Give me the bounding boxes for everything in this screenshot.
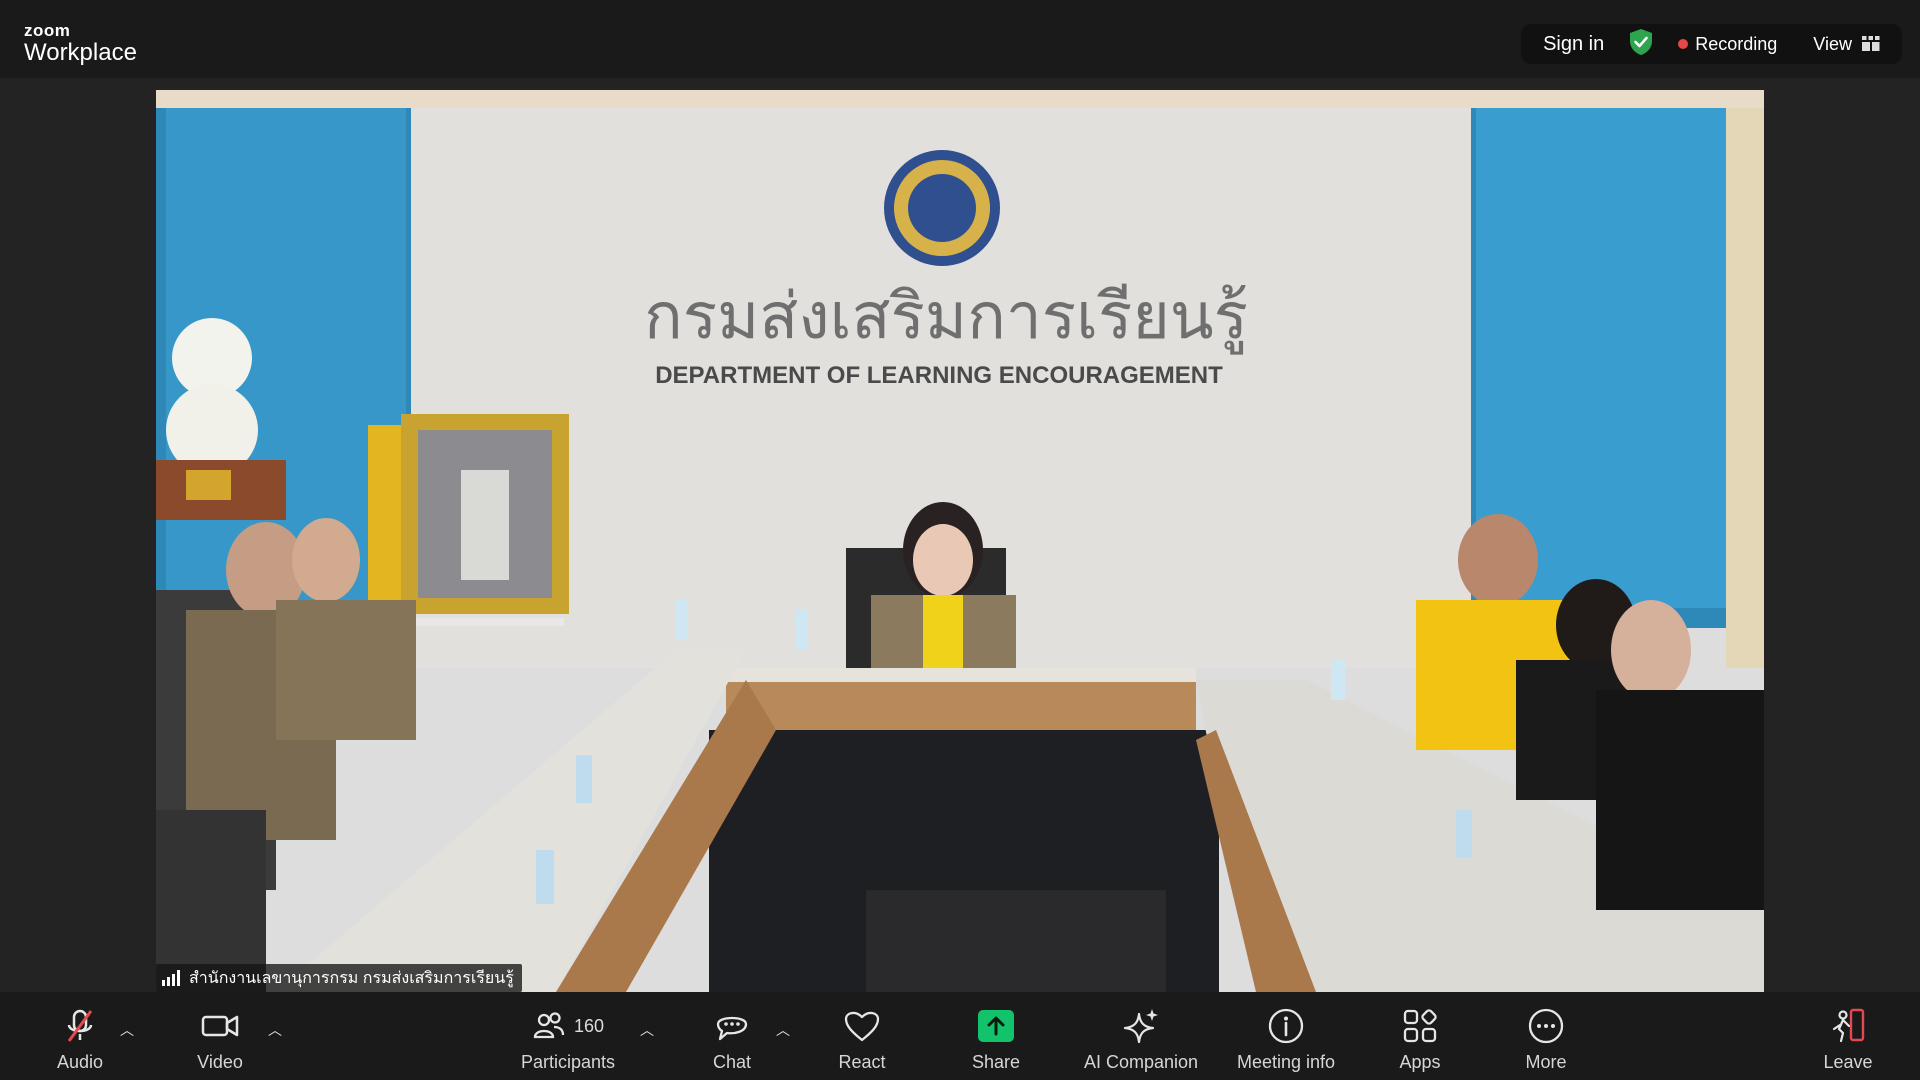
leave-label: Leave: [1823, 1052, 1873, 1072]
chat-icon: [716, 1016, 748, 1041]
meeting-info-label: Meeting info: [1236, 1052, 1336, 1072]
apps-button[interactable]: Apps: [1386, 992, 1454, 1080]
view-label: View: [1813, 33, 1852, 54]
react-button[interactable]: React: [826, 992, 898, 1080]
sign-in-button[interactable]: Sign in: [1521, 33, 1628, 56]
leave-button[interactable]: Leave: [1812, 992, 1884, 1080]
participants-label: Participants: [520, 1052, 616, 1072]
leave-door-icon: [1832, 1008, 1865, 1043]
apps-grid-icon: [1403, 1009, 1437, 1043]
ai-sparkle-icon: [1123, 1009, 1158, 1044]
view-button[interactable]: View: [1813, 34, 1880, 55]
ai-companion-button[interactable]: AI Companion: [1076, 992, 1206, 1080]
heart-icon: [844, 1011, 880, 1042]
speaker-name: สำนักงานเลขานุการกรม กรมส่งเสริมการเรียน…: [189, 969, 514, 987]
audio-label: Audio: [56, 1052, 104, 1072]
meeting-toolbar: Audio ︿ Video ︿ 160 Participants ︿ Chat …: [0, 992, 1920, 1080]
video-label: Video: [197, 1052, 243, 1072]
banner-english-text: DEPARTMENT OF LEARNING ENCOURAGEMENT: [655, 362, 1223, 389]
signal-strength-icon: [162, 970, 180, 986]
speaker-name-tag: สำนักงานเลขานุการกรม กรมส่งเสริมการเรียน…: [156, 964, 522, 992]
ai-companion-label: AI Companion: [1083, 1052, 1199, 1072]
brand-zoom: zoom: [24, 21, 71, 40]
audio-button[interactable]: Audio: [42, 992, 118, 1080]
video-options-chevron-icon[interactable]: ︿: [268, 1020, 282, 1040]
top-bar: zoom Workplace Sign in Recording View: [0, 0, 1920, 78]
zoom-workplace-logo: zoom Workplace: [24, 22, 137, 65]
share-label: Share: [971, 1052, 1021, 1072]
participants-button[interactable]: 160 Participants: [510, 992, 626, 1080]
share-screen-icon: [978, 1010, 1014, 1042]
participants-icon: [533, 1012, 565, 1039]
active-speaker-video[interactable]: กรมส่งเสริมการเรียนรู้ DEPARTMENT OF LEA…: [156, 90, 1764, 992]
react-label: React: [838, 1052, 886, 1072]
more-ellipsis-icon: [1528, 1008, 1564, 1044]
chat-button[interactable]: Chat: [696, 992, 768, 1080]
info-icon: [1268, 1008, 1304, 1044]
video-button[interactable]: Video: [182, 992, 258, 1080]
banner-thai-text: กรมส่งเสริมการเรียนรู้: [644, 280, 1248, 355]
audio-options-chevron-icon[interactable]: ︿: [120, 1020, 134, 1040]
apps-label: Apps: [1399, 1052, 1441, 1072]
grid-view-icon: [1862, 36, 1880, 51]
share-button[interactable]: Share: [960, 992, 1032, 1080]
video-camera-icon: [201, 1015, 239, 1037]
meeting-info-button[interactable]: Meeting info: [1226, 992, 1346, 1080]
muted-microphone-icon: [67, 1009, 93, 1042]
brand-workplace: Workplace: [24, 39, 137, 66]
chat-label: Chat: [712, 1052, 752, 1072]
recording-dot-icon: [1678, 39, 1689, 49]
chat-options-chevron-icon[interactable]: ︿: [776, 1020, 790, 1040]
recording-indicator[interactable]: Recording: [1678, 34, 1777, 55]
participants-options-chevron-icon[interactable]: ︿: [640, 1020, 654, 1040]
encryption-shield-icon[interactable]: [1628, 28, 1678, 61]
participant-count: 160: [573, 1015, 605, 1036]
recording-label: Recording: [1695, 33, 1778, 54]
more-button[interactable]: More: [1512, 992, 1580, 1080]
more-label: More: [1525, 1052, 1567, 1072]
top-right-controls: Sign in Recording View: [1521, 24, 1902, 64]
